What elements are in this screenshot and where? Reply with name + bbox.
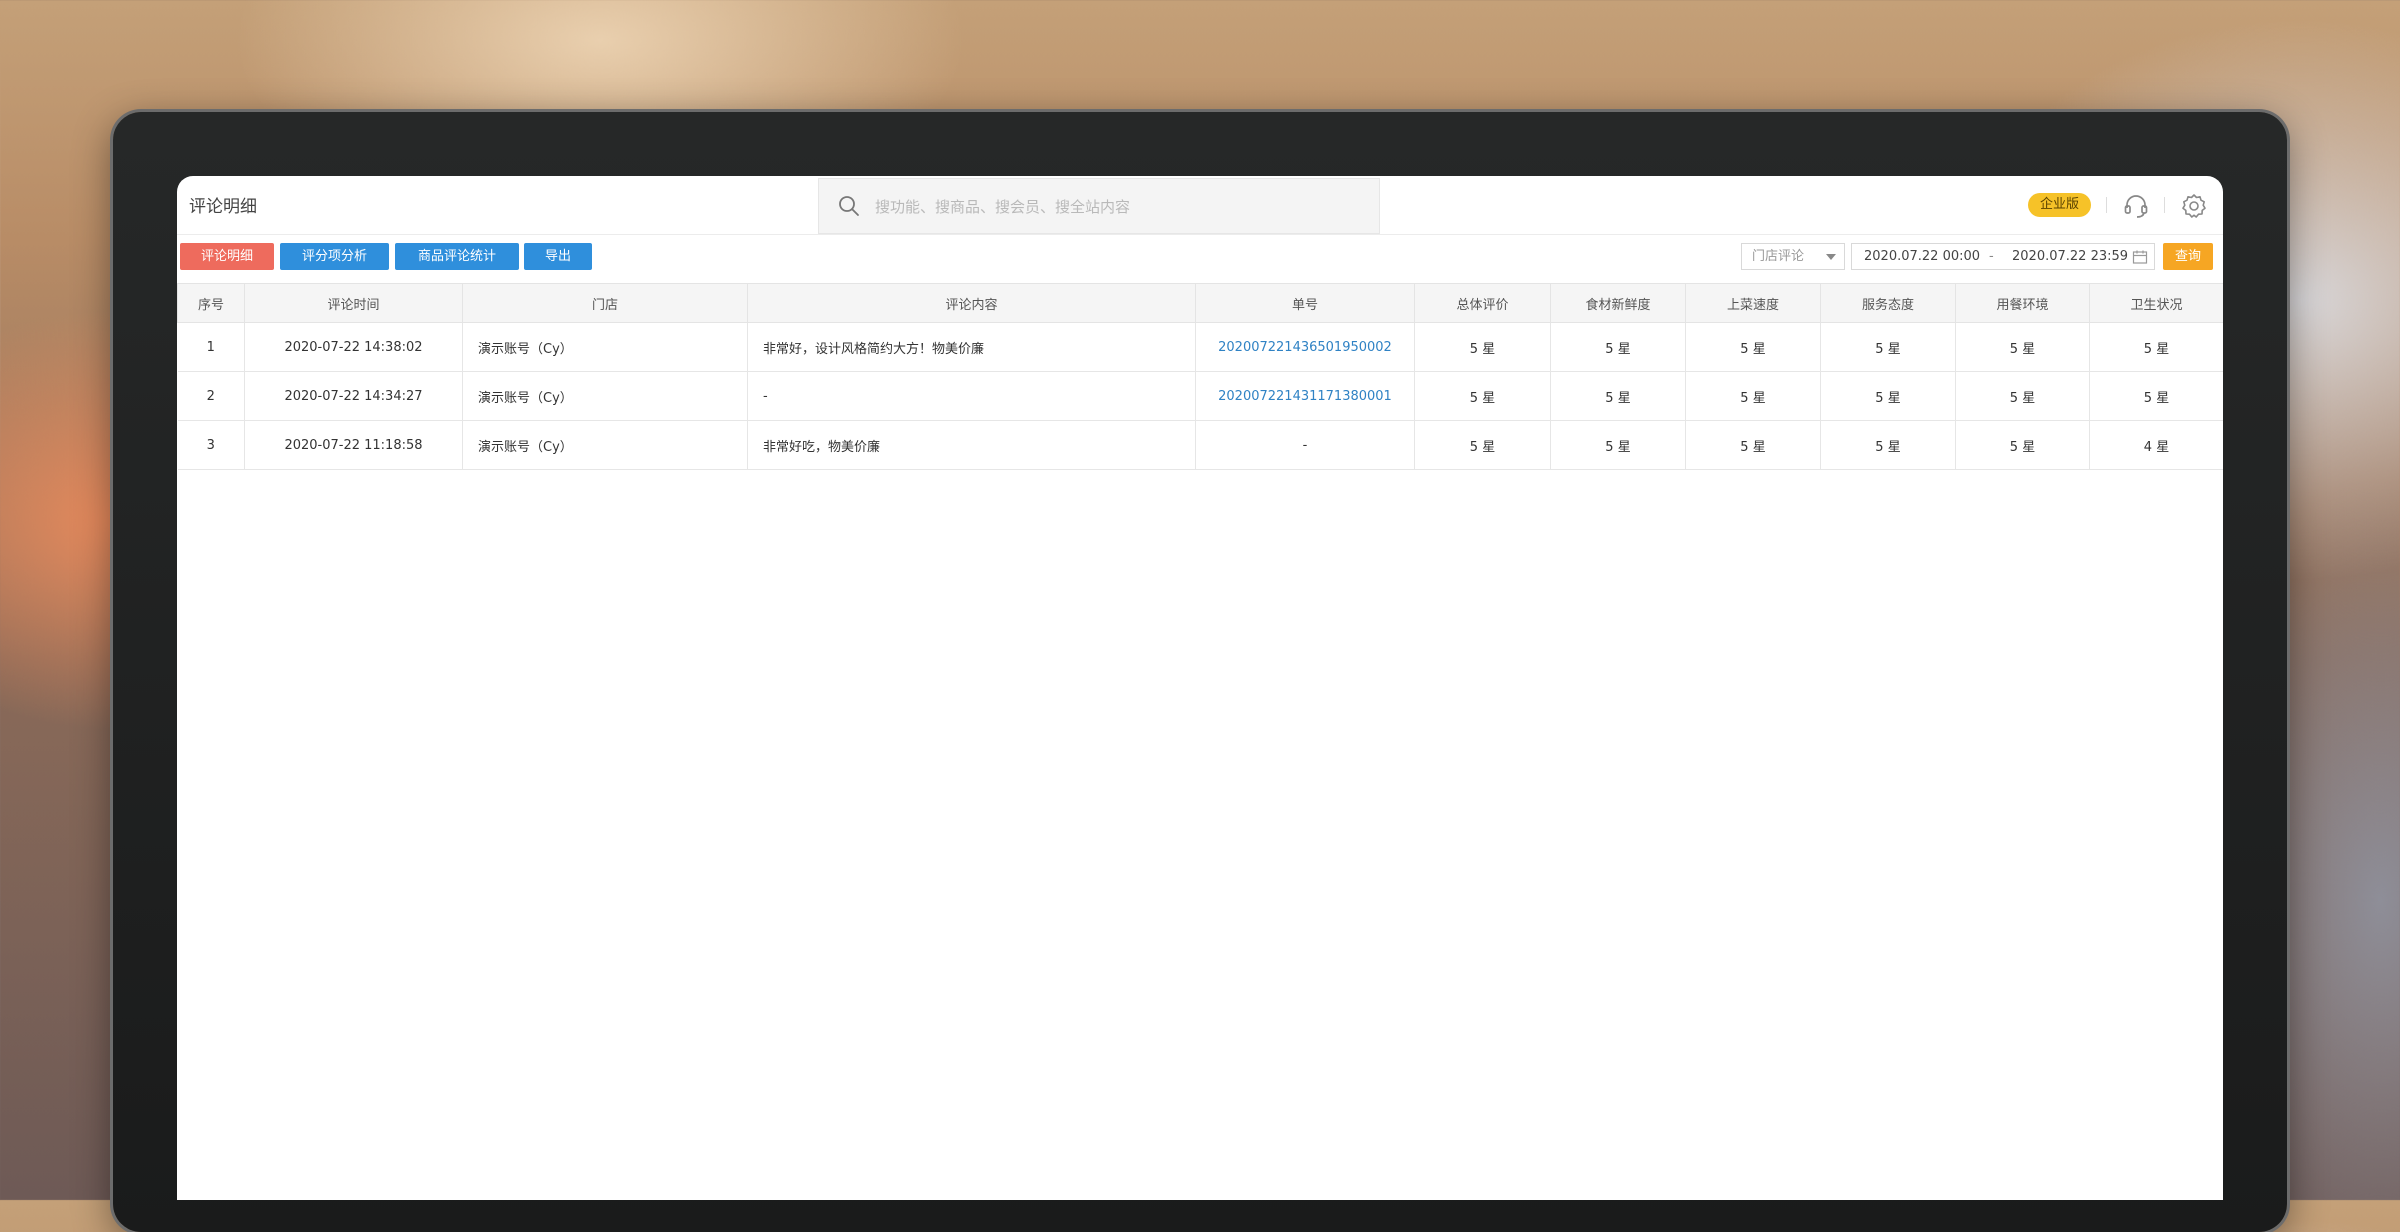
cell-rating: 5 星 [1820, 322, 1956, 372]
top-header: 评论明细 搜功能、搜商品、搜会员、搜全站内容 企业版 [177, 176, 2223, 235]
cell-order: 202007221431171380001 [1195, 371, 1415, 421]
date-range-picker[interactable]: 2020.07.22 00:00 - 2020.07.22 23:59 [1851, 243, 2155, 270]
column-header: 评论时间 [244, 283, 463, 323]
cell-rating: 5 星 [1414, 420, 1551, 470]
cell-rating: 5 星 [1550, 322, 1686, 372]
order-link[interactable]: 20200722143650195000​2 [1218, 340, 1392, 355]
cell-store: 演示账号（Cy） [462, 371, 748, 421]
cell-content: 非常好吃，物美价廉 [747, 420, 1196, 470]
cell-rating: 5 星 [1685, 322, 1821, 372]
column-header: 食材新鲜度 [1550, 283, 1686, 323]
chevron-down-icon [1826, 254, 1836, 260]
cell-time: 2020-07-22 11:18:58 [244, 420, 463, 470]
cell-content: - [747, 371, 1196, 421]
global-search-box[interactable]: 搜功能、搜商品、搜会员、搜全站内容 [818, 178, 1380, 234]
cell-rating: 5 星 [1955, 371, 2090, 421]
date-separator: - [1989, 249, 1994, 264]
search-icon [839, 196, 859, 216]
cell-rating: 5 星 [2089, 322, 2223, 372]
column-header: 卫生状况 [2089, 283, 2223, 323]
table-row: 3 2020-07-22 11:18:58 演示账号（Cy） 非常好吃，物美价廉… [177, 420, 2223, 470]
tab-goods-comment-stats[interactable]: 商品评论统计 [395, 243, 519, 270]
table-header-row: 序号 评论时间 门店 评论内容 单号 总体评价 食材新鲜度 上菜速度 服务态度 … [177, 283, 2223, 323]
headset-icon[interactable] [2122, 192, 2150, 220]
header-divider [2106, 197, 2107, 213]
comment-table: 序号 评论时间 门店 评论内容 单号 总体评价 食材新鲜度 上菜速度 服务态度 … [177, 283, 2223, 470]
table-row: 2 2020-07-22 14:34:27 演示账号（Cy） - 2020072… [177, 371, 2223, 421]
cell-order: - [1195, 420, 1415, 470]
cell-rating: 5 星 [1820, 420, 1956, 470]
cell-rating: 5 星 [1685, 371, 1821, 421]
edition-badge: 企业版 [2028, 193, 2092, 217]
cell-rating: 5 星 [1550, 371, 1686, 421]
gear-icon[interactable] [2180, 192, 2208, 220]
query-button[interactable]: 查询 [2163, 243, 2213, 270]
column-header: 服务态度 [1820, 283, 1956, 323]
app-screen: 评论明细 搜功能、搜商品、搜会员、搜全站内容 企业版 评论明细 评分项分析 商品… [177, 176, 2223, 1200]
comment-type-select[interactable]: 门店评论 [1741, 243, 1845, 270]
column-header: 单号 [1195, 283, 1415, 323]
cell-rating: 5 星 [1414, 371, 1551, 421]
cell-rating: 5 星 [1955, 420, 2090, 470]
cell-rating: 5 星 [2089, 371, 2223, 421]
calendar-icon [2132, 250, 2148, 264]
cell-rating: 5 星 [1550, 420, 1686, 470]
toolbar: 评论明细 评分项分析 商品评论统计 导出 门店评论 2020.07.22 00:… [177, 235, 2223, 283]
tab-score-analysis[interactable]: 评分项分析 [280, 243, 389, 270]
cell-rating: 5 星 [1955, 322, 2090, 372]
tab-comment-detail[interactable]: 评论明细 [180, 243, 274, 270]
column-header: 总体评价 [1414, 283, 1551, 323]
column-header: 序号 [177, 283, 245, 323]
cell-store: 演示账号（Cy） [462, 420, 748, 470]
cell-index: 2 [177, 371, 245, 421]
cell-rating: 4 星 [2089, 420, 2223, 470]
export-button[interactable]: 导出 [524, 243, 592, 270]
cell-index: 3 [177, 420, 245, 470]
cell-time: 2020-07-22 14:38:02 [244, 322, 463, 372]
column-header: 用餐环境 [1955, 283, 2090, 323]
cell-time: 2020-07-22 14:34:27 [244, 371, 463, 421]
date-end: 2020.07.22 23:59 [2012, 249, 2129, 264]
column-header: 上菜速度 [1685, 283, 1821, 323]
order-link[interactable]: 202007221431171380001 [1218, 389, 1392, 404]
cell-rating: 5 星 [1414, 322, 1551, 372]
cell-store: 演示账号（Cy） [462, 322, 748, 372]
cell-order: 20200722143650195000​2 [1195, 322, 1415, 372]
comment-type-value: 门店评论 [1752, 249, 1805, 264]
column-header: 门店 [462, 283, 748, 323]
cell-content: 非常好，设计风格简约大方！物美价廉 [747, 322, 1196, 372]
search-placeholder: 搜功能、搜商品、搜会员、搜全站内容 [875, 197, 1131, 216]
table-row: 1 2020-07-22 14:38:02 演示账号（Cy） 非常好，设计风格简… [177, 322, 2223, 372]
date-start: 2020.07.22 00:00 [1864, 249, 1981, 264]
cell-index: 1 [177, 322, 245, 372]
page-title: 评论明细 [189, 197, 257, 217]
cell-rating: 5 星 [1820, 371, 1956, 421]
header-divider [2164, 197, 2165, 213]
column-header: 评论内容 [747, 283, 1196, 323]
cell-rating: 5 星 [1685, 420, 1821, 470]
